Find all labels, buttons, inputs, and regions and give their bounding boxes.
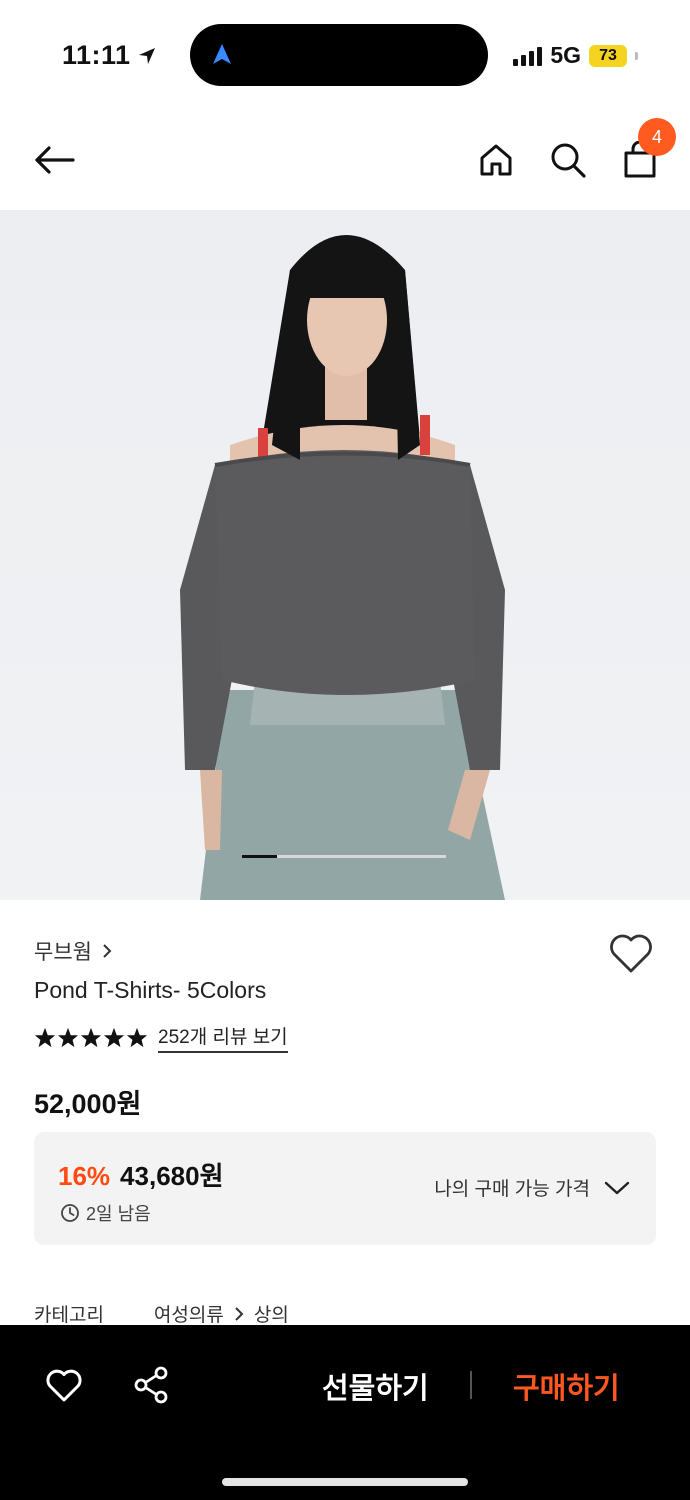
status-bar: 11:11 5G 73 — [0, 0, 690, 110]
category-row: 카테고리 여성의류 상의 — [34, 1300, 289, 1327]
battery-level: 73 — [599, 46, 617, 64]
chevron-right-icon — [103, 944, 112, 958]
dynamic-island — [190, 24, 488, 86]
share-icon — [134, 1366, 168, 1404]
category-level-1[interactable]: 여성의류 — [154, 1300, 224, 1327]
bottom-action-bar: 선물하기 구매하기 — [0, 1325, 690, 1500]
heart-outline-icon — [46, 1369, 82, 1402]
brand-name: 무브웜 — [34, 941, 92, 964]
star-icon — [34, 1027, 56, 1047]
location-arrow-icon — [138, 47, 155, 64]
status-time-text: 11:11 — [62, 40, 131, 70]
category-label: 카테고리 — [34, 1305, 104, 1326]
clock-icon — [61, 1204, 79, 1222]
category-breadcrumb[interactable]: 여성의류 상의 — [154, 1300, 289, 1327]
original-price: 52,000원 — [34, 1089, 142, 1119]
status-indicators: 5G 73 — [513, 42, 638, 69]
buy-button[interactable]: 구매하기 — [513, 1365, 620, 1407]
search-icon — [551, 143, 586, 178]
chevron-right-icon — [235, 1306, 244, 1321]
action-divider — [470, 1371, 472, 1399]
image-gallery-progress-fill — [242, 855, 277, 858]
time-remaining: 2일 남음 — [60, 1200, 151, 1226]
star-icon — [80, 1027, 102, 1047]
image-gallery-progress — [242, 855, 446, 858]
share-button[interactable] — [132, 1365, 172, 1405]
heart-outline-icon — [610, 934, 652, 973]
discount-price: 43,680원 — [120, 1161, 224, 1191]
navigation-app-icon — [213, 44, 231, 64]
time-remaining-text: 2일 남음 — [86, 1204, 151, 1224]
brand-link[interactable]: 무브웜 — [34, 936, 112, 966]
product-title: Pond T-Shirts- 5Colors — [34, 977, 267, 1003]
home-indicator[interactable] — [222, 1478, 468, 1486]
my-price-label: 나의 구매 가능 가격 — [434, 1179, 590, 1200]
discount-box[interactable]: 16% 43,680원 2일 남음 나의 구매 가능 가격 — [34, 1132, 656, 1245]
home-button[interactable] — [474, 138, 518, 182]
star-icon — [126, 1027, 148, 1047]
back-button[interactable] — [32, 138, 76, 182]
discount-rate: 16% — [58, 1161, 111, 1191]
battery-cap — [635, 51, 638, 60]
reviews-link[interactable]: 252개 리뷰 보기 — [158, 1022, 288, 1053]
category-level-2[interactable]: 상의 — [254, 1300, 289, 1327]
star-icon — [103, 1027, 125, 1047]
network-type: 5G — [550, 42, 581, 68]
wishlist-button[interactable] — [608, 932, 654, 976]
bottom-wishlist-button[interactable] — [44, 1365, 84, 1405]
search-button[interactable] — [546, 138, 590, 182]
product-photo — [0, 210, 690, 900]
star-icon — [57, 1027, 79, 1047]
rating-row: 252개 리뷰 보기 — [34, 1022, 288, 1053]
status-time: 11:11 — [62, 40, 157, 71]
signal-icon — [513, 46, 543, 66]
back-arrow-icon — [35, 146, 75, 174]
discount-row: 16% 43,680원 — [58, 1156, 224, 1193]
chevron-down-icon — [604, 1181, 630, 1194]
top-navigation — [0, 110, 690, 210]
product-image[interactable] — [0, 210, 690, 900]
my-price-toggle[interactable]: 나의 구매 가능 가격 — [434, 1174, 630, 1201]
gift-button[interactable]: 선물하기 — [322, 1365, 429, 1407]
cart-count-badge: 4 — [638, 118, 676, 156]
home-icon — [480, 144, 512, 176]
rating-stars — [34, 1027, 148, 1049]
battery-icon: 73 — [589, 44, 627, 67]
